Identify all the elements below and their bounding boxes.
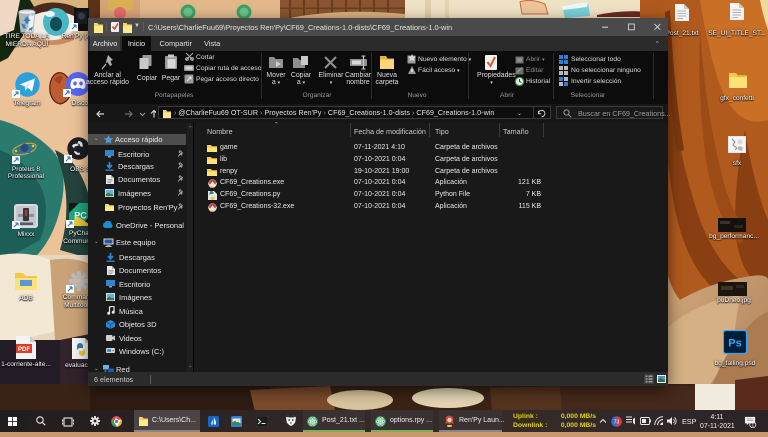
svg-text:73: 73 xyxy=(614,419,620,425)
svg-text:1: 1 xyxy=(751,422,754,427)
svg-text:PC: PC xyxy=(74,211,87,221)
svg-text:Ps: Ps xyxy=(728,338,741,350)
svg-text:PDF: PDF xyxy=(18,347,30,353)
